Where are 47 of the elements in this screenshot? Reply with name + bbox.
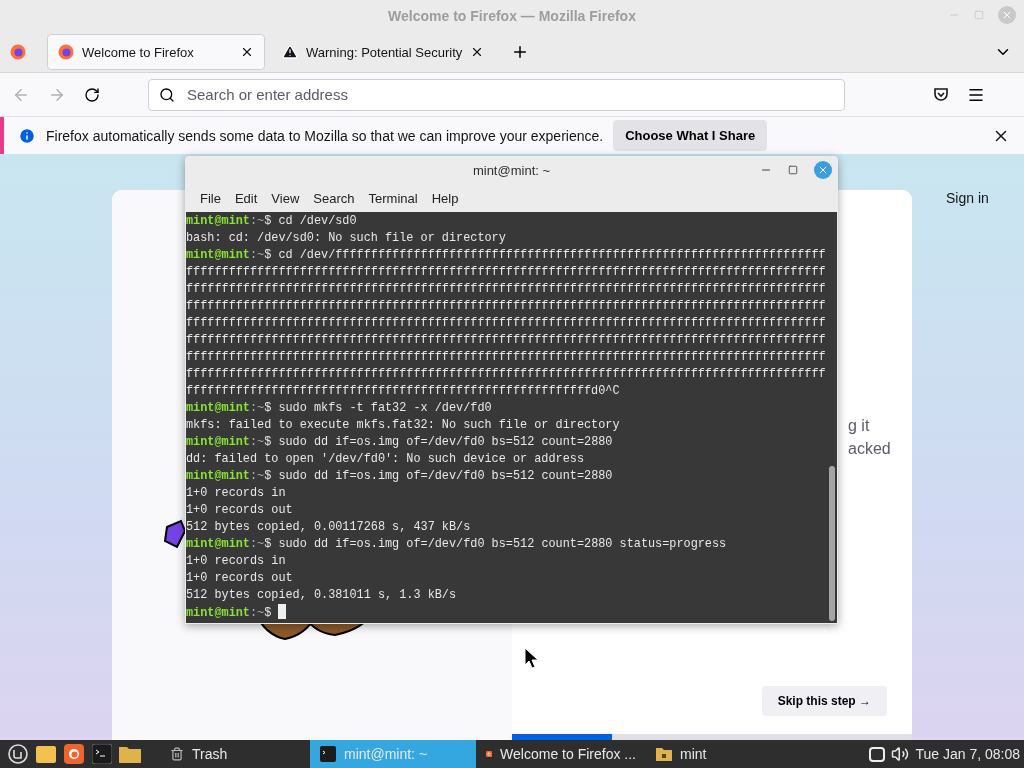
terminal-line: ffffffffffffffffffffffffffffffffffffffffffffffffffffffffffffffffffffffffffffffffffffffffff	[186, 366, 827, 383]
terminal-line: dd: failed to open '/dev/fd0': No such device or address	[186, 451, 585, 468]
terminal-line: mint@mint:~$ sudo dd if=os.img of=/dev/fd0 bs=512 count=2880	[186, 468, 614, 485]
menu-item[interactable]: Search	[306, 187, 362, 210]
terminal-line: 1+0 records in	[186, 553, 287, 570]
terminal-line: 1+0 records out	[186, 570, 294, 587]
taskbar-window-button[interactable]: mint	[646, 740, 766, 768]
terminal-line: ffffffffffffffffffffffffffffffffffffffffffffffffffffffffffffffffffffffffffffffffffffffffff	[186, 281, 827, 298]
terminal-line: mint@mint:~$ sudo dd if=os.img of=/dev/fd0 bs=512 count=2880	[186, 434, 614, 451]
address-bar[interactable]: Search or enter address	[148, 78, 845, 111]
browser-tab[interactable]: Welcome to Firefox	[47, 34, 265, 70]
terminal-line: 512 bytes copied, 0.381011 s, 1.3 kB/s	[186, 587, 458, 604]
terminal-line: mint@mint:~$ sudo dd if=os.img of=/dev/fd0 bs=512 count=2880 status=progress	[186, 536, 728, 553]
window-title: Welcome to Firefox — Mozilla Firefox	[388, 8, 636, 24]
terminal-prompt: mint@mint:~$	[186, 606, 272, 620]
terminal-line: mint@mint:~$ cd /dev/fffffffffffffffffffffffffffffffffffffffffffffffffffffffffffffffffffff	[186, 247, 827, 264]
menu-item[interactable]: Terminal	[361, 187, 425, 210]
menu-item[interactable]: File	[193, 187, 228, 210]
menu-item[interactable]: Help	[424, 187, 466, 210]
sign-in-link[interactable]: Sign in	[946, 190, 989, 208]
window-title: mint@mint: ~	[472, 163, 551, 178]
taskbar-window-button[interactable]: Trash	[160, 740, 310, 768]
notification-text: Firefox automatically sends some data to Mozilla so that we can improve your experience.	[46, 127, 604, 144]
body-text: acked	[848, 439, 892, 458]
choose-share-button[interactable]: Choose What I Share	[613, 120, 768, 151]
menu-item[interactable]: Edit	[227, 187, 265, 210]
terminal-line: ffffffffffffffffffffffffffffffffffffffffffffffffffffffffffffffffffffffffffffffffffffffffff	[186, 349, 827, 366]
taskbar-window-button[interactable]: Welcome to Firefox ...	[476, 740, 646, 768]
clock[interactable]: Tue Jan 7, 08:08	[915, 746, 1020, 762]
terminal-line: ffffffffffffffffffffffffffffffffffffffffffffffffffffffffffffffffffffffffffffffffffffffffff	[186, 315, 827, 332]
terminal-line: ffffffffffffffffffffffffffffffffffffffffffffffffffffffffffffffffffffffffffffffffffffffffff	[186, 332, 827, 349]
tab-title: Warning: Potential Security	[306, 44, 463, 60]
terminal-line: 1+0 records out	[186, 502, 294, 519]
terminal-line: mint@mint:~$ cd /dev/sd0	[186, 213, 358, 230]
terminal-line: bash: cd: /dev/sd0: No such file or directory	[186, 230, 507, 247]
menu-item[interactable]: View	[264, 187, 307, 210]
terminal-line: ffffffffffffffffffffffffffffffffffffffffffffffffffffffffffffffffffffffffffffffffffffffffff	[186, 298, 827, 315]
tab-title: Welcome to Firefox	[82, 44, 195, 60]
terminal-line: mint@mint:~$ sudo mkfs -t fat32 -x /dev/fd0	[186, 400, 493, 417]
body-text: g it	[848, 416, 871, 435]
browser-tab[interactable]: Warning: Potential Security	[271, 34, 496, 70]
terminal-line: ffffffffffffffffffffffffffffffffffffffffffffffffffffffffffffffffffffffffffffffffffffffffff	[186, 264, 827, 281]
terminal-line: 512 bytes copied, 0.00117268 s, 437 kB/s	[186, 519, 472, 536]
terminal-line: mkfs: failed to execute mkfs.fat32: No such file or directory	[186, 417, 621, 434]
terminal-line: 1+0 records in	[186, 485, 287, 502]
terminal-line: fffffffffffffffffffffffffffffffffffffffffffffffffffffffffd0^C	[186, 383, 621, 400]
skip-step-button[interactable]: Skip this step →	[761, 686, 887, 716]
